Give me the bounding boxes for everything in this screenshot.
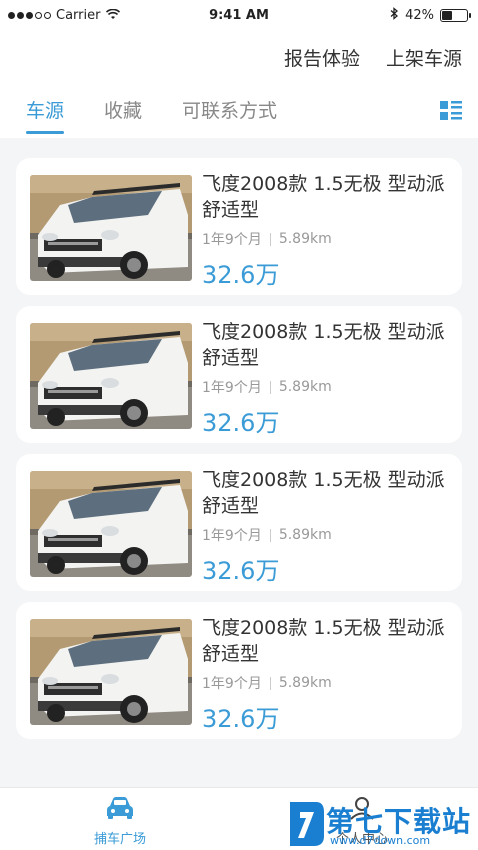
car-card[interactable]: 飞度2008款 1.5无极 型动派舒适型 1年9个月 5.89km 32.6万 [16,306,462,443]
car-mileage: 5.89km [278,527,332,543]
battery-icon [440,9,471,22]
car-info: 飞度2008款 1.5无极 型动派舒适型 1年9个月 5.89km 32.6万 [202,615,452,734]
car-mileage: 5.89km [278,675,332,691]
status-right: 42% [390,7,471,24]
tab-car-source[interactable]: 车源 [26,96,65,134]
car-info: 飞度2008款 1.5无极 型动派舒适型 1年9个月 5.89km 32.6万 [202,319,452,438]
car-photo [30,175,192,281]
tab-bar: 车源 收藏 可联系方式 [26,96,277,134]
tab-car-plaza[interactable]: 捕车广场 [80,796,160,847]
car-mileage: 5.89km [278,231,332,247]
meta-divider [269,232,271,246]
header: 报告体验 上架车源 车源 收藏 可联系方式 [0,32,478,138]
car-meta: 1年9个月 5.89km [202,229,452,249]
list-vehicle-button[interactable]: 上架车源 [386,44,462,71]
car-age: 1年9个月 [202,528,262,544]
car-info: 飞度2008款 1.5无极 型动派舒适型 1年9个月 5.89km 32.6万 [202,467,452,586]
status-bar: Carrier 9:41 AM 42% [0,0,478,32]
car-price: 32.6万 [202,557,280,585]
battery-level [442,11,453,20]
car-title: 飞度2008款 1.5无极 型动派舒适型 [202,469,445,517]
watermark-url: www.d7down.com [330,834,431,847]
car-meta: 1年9个月 5.89km [202,525,452,545]
tab-favorites[interactable]: 收藏 [104,96,142,133]
meta-divider [269,676,271,690]
car-meta: 1年9个月 5.89km [202,377,452,397]
watermark-logo: 第七下载站 www.d7down.com [284,798,478,850]
meta-divider [269,528,271,542]
tab-contacts[interactable]: 可联系方式 [182,96,277,133]
report-experience-button[interactable]: 报告体验 [284,44,360,71]
list-view-icon[interactable] [440,100,462,122]
car-photo [30,323,192,429]
car-price: 32.6万 [202,261,280,289]
car-card[interactable]: 飞度2008款 1.5无极 型动派舒适型 1年9个月 5.89km 32.6万 [16,158,462,295]
car-title: 飞度2008款 1.5无极 型动派舒适型 [202,321,445,369]
car-age: 1年9个月 [202,676,262,692]
watermark-icon [290,802,324,846]
top-actions: 报告体验 上架车源 [284,44,462,71]
car-title: 飞度2008款 1.5无极 型动派舒适型 [202,617,445,665]
car-icon [80,796,160,824]
car-title: 飞度2008款 1.5无极 型动派舒适型 [202,173,445,221]
car-list: 飞度2008款 1.5无极 型动派舒适型 1年9个月 5.89km 32.6万 [16,158,462,750]
car-card[interactable]: 飞度2008款 1.5无极 型动派舒适型 1年9个月 5.89km 32.6万 [16,602,462,739]
car-age: 1年9个月 [202,232,262,248]
bluetooth-icon [390,7,399,24]
battery-percent: 42% [405,8,434,23]
car-photo [30,619,192,725]
tab-car-plaza-label: 捕车广场 [93,832,146,847]
car-info: 飞度2008款 1.5无极 型动派舒适型 1年9个月 5.89km 32.6万 [202,171,452,290]
car-mileage: 5.89km [278,379,332,395]
car-card[interactable]: 飞度2008款 1.5无极 型动派舒适型 1年9个月 5.89km 32.6万 [16,454,462,591]
car-photo [30,471,192,577]
car-meta: 1年9个月 5.89km [202,673,452,693]
car-price: 32.6万 [202,705,280,733]
car-price: 32.6万 [202,409,280,437]
car-age: 1年9个月 [202,380,262,396]
meta-divider [269,380,271,394]
